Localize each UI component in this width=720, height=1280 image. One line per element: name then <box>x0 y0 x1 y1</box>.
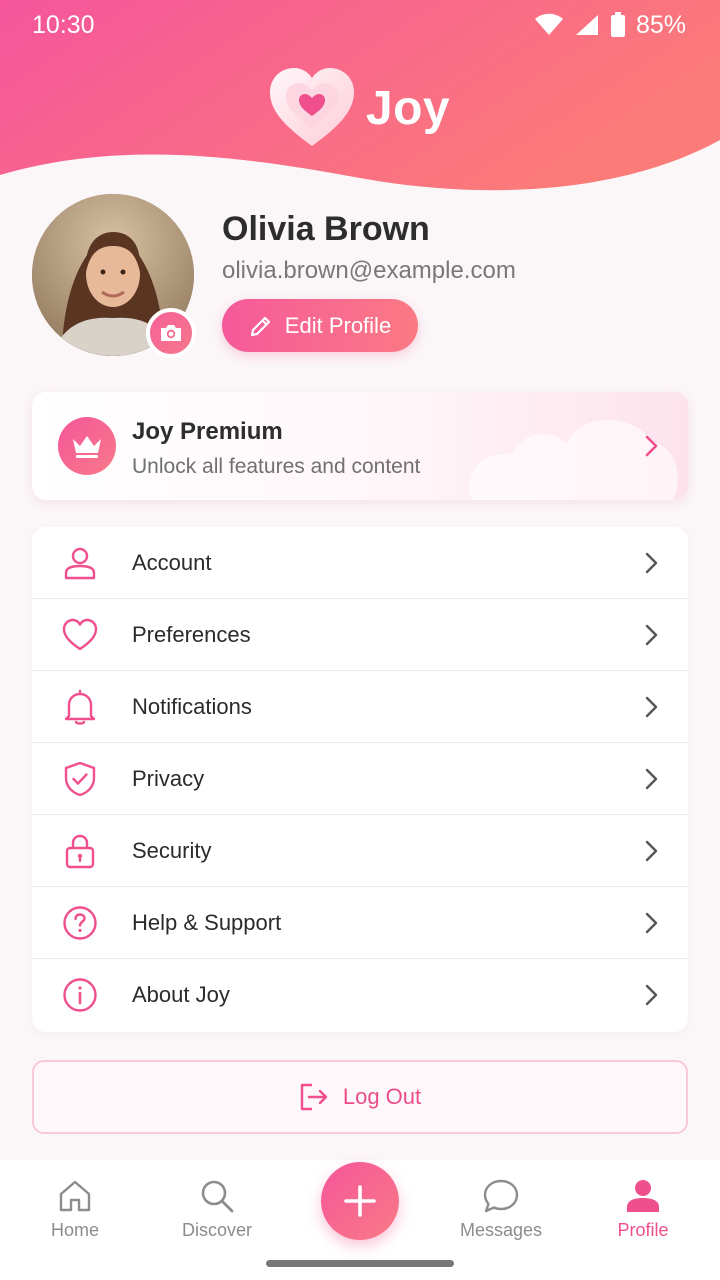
plus-icon <box>344 1185 376 1217</box>
chevron-right-icon <box>645 696 658 718</box>
nav-home-label: Home <box>50 1220 99 1240</box>
brand-logo: Joy <box>0 68 720 148</box>
nav-profile-label: Profile <box>617 1220 669 1240</box>
brand-name: Joy <box>365 81 451 135</box>
menu-item-help-support[interactable]: Help & Support <box>32 887 688 959</box>
menu-item-security[interactable]: Security <box>32 815 688 887</box>
menu-item-label: Privacy <box>132 765 205 791</box>
menu-item-account[interactable]: Account <box>32 527 688 599</box>
menu-item-privacy[interactable]: Privacy <box>32 743 688 815</box>
user-icon <box>64 547 96 580</box>
chat-icon <box>483 1179 519 1213</box>
battery-icon <box>610 12 625 37</box>
shield-check-icon <box>64 761 96 797</box>
premium-title: Joy Premium <box>132 418 283 445</box>
logout-icon <box>300 1083 328 1111</box>
bell-icon <box>64 689 96 725</box>
nav-messages[interactable]: Messages <box>446 1178 556 1241</box>
heart-logo-icon <box>269 68 354 146</box>
info-circle-icon <box>63 978 97 1012</box>
change-photo-button[interactable] <box>146 308 196 358</box>
menu-item-label: Preferences <box>132 621 251 647</box>
camera-icon <box>161 325 181 341</box>
avatar-container[interactable] <box>32 194 196 358</box>
home-indicator[interactable] <box>266 1260 454 1267</box>
nav-discover-label: Discover <box>181 1220 252 1240</box>
profile-email: olivia.brown@example.com <box>222 257 516 284</box>
wifi-icon <box>534 13 563 35</box>
chevron-right-icon <box>645 768 658 790</box>
chevron-right-icon <box>645 912 658 934</box>
crown-icon <box>73 436 101 458</box>
profile-name: Olivia Brown <box>222 210 430 248</box>
create-button[interactable] <box>321 1162 399 1240</box>
crown-badge <box>58 417 116 475</box>
chevron-right-icon <box>645 840 658 862</box>
home-icon <box>59 1180 91 1212</box>
logout-button[interactable]: Log Out <box>32 1060 688 1134</box>
menu-item-label: Account <box>132 549 212 575</box>
nav-profile[interactable]: Profile <box>588 1178 698 1241</box>
edit-profile-button[interactable]: Edit Profile <box>222 299 418 352</box>
nav-home[interactable]: Home <box>20 1178 130 1241</box>
lock-icon <box>65 834 95 869</box>
nav-messages-label: Messages <box>459 1220 543 1240</box>
menu-item-label: About Joy <box>132 982 230 1007</box>
chevron-right-icon <box>645 624 658 646</box>
chevron-right-icon <box>645 435 658 457</box>
status-time: 10:30 <box>32 10 95 39</box>
menu-item-label: Security <box>132 837 212 863</box>
menu-item-label: Notifications <box>132 693 252 719</box>
profile-icon <box>627 1180 659 1212</box>
search-icon <box>201 1180 234 1213</box>
nav-discover[interactable]: Discover <box>162 1178 272 1241</box>
edit-profile-label: Edit Profile <box>284 312 392 338</box>
chevron-right-icon <box>645 984 658 1006</box>
status-bar: 10:30 85% <box>0 0 720 50</box>
heart-icon <box>62 618 98 651</box>
menu-item-notifications[interactable]: Notifications <box>32 671 688 743</box>
menu-item-about[interactable]: About Joy <box>32 959 688 1031</box>
pencil-icon <box>250 316 270 336</box>
premium-subtitle: Unlock all features and content <box>132 455 421 478</box>
logout-label: Log Out <box>342 1084 422 1109</box>
chevron-right-icon <box>645 552 658 574</box>
battery-percent: 85% <box>635 10 686 39</box>
help-circle-icon <box>63 906 97 940</box>
signal-icon <box>575 15 598 35</box>
app-header: 10:30 85% Joy <box>0 0 720 200</box>
settings-menu: Account Preferences Notifications Privac… <box>32 527 688 1032</box>
premium-card[interactable]: Joy Premium Unlock all features and cont… <box>32 392 688 500</box>
menu-item-preferences[interactable]: Preferences <box>32 599 688 671</box>
menu-item-label: Help & Support <box>132 909 282 935</box>
